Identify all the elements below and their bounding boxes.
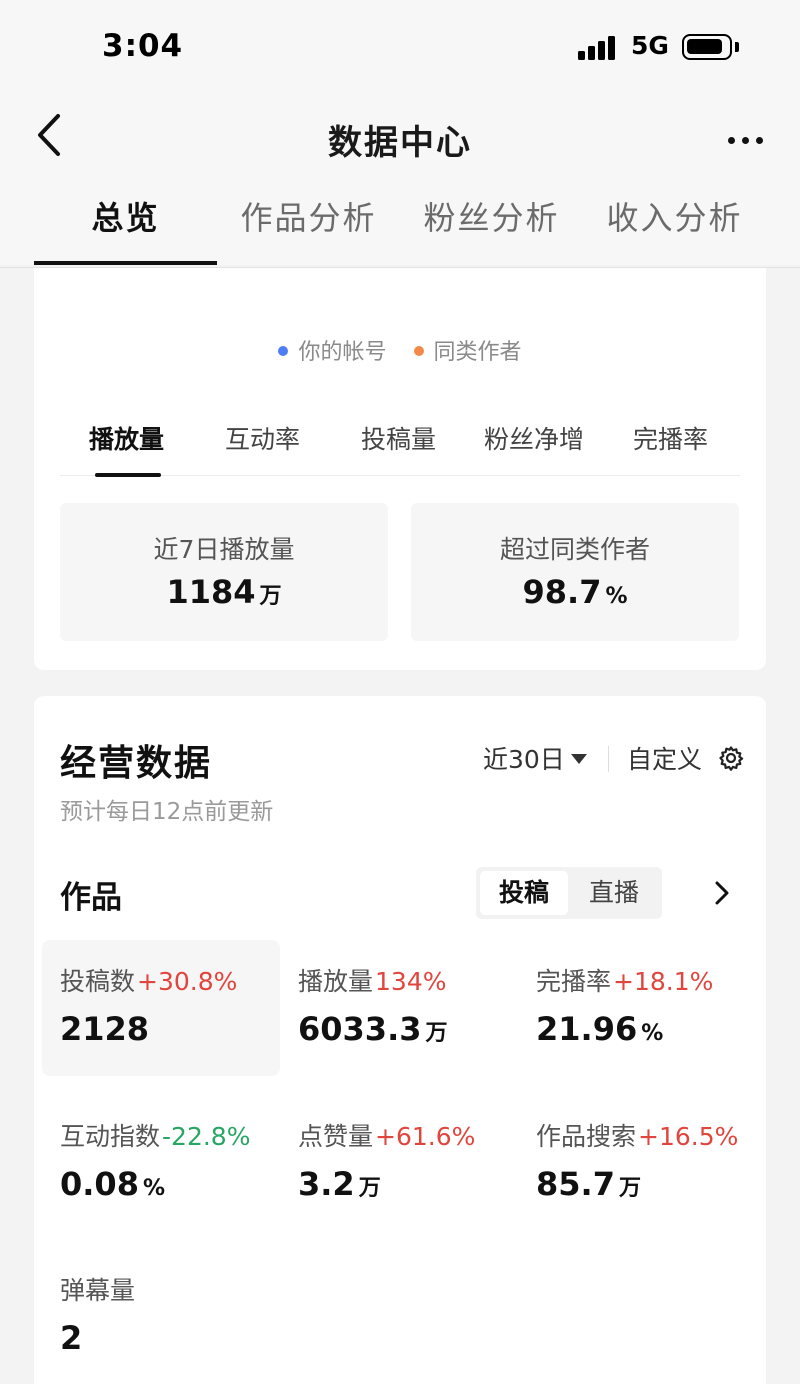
legend-dot-peers <box>413 346 424 356</box>
legend-item-peers: 同类作者 <box>413 334 522 366</box>
legend-dot-own <box>278 346 289 356</box>
divider <box>608 746 609 772</box>
metric-value: 21.96% <box>536 1010 664 1048</box>
tab-fans-analysis[interactable]: 粉丝分析 <box>400 190 583 265</box>
active-tab-indicator <box>34 261 217 265</box>
section-subtitle: 预计每日12点前更新 <box>60 799 274 825</box>
more-button[interactable] <box>722 123 770 157</box>
metric-danmaku[interactable]: 弹幕量 2 <box>42 1249 280 1384</box>
metric-value: 2128 <box>60 1010 150 1048</box>
status-bar: 3:04 5G <box>0 0 800 95</box>
stat-value: 1184 万 <box>166 573 282 611</box>
tab-works-analysis[interactable]: 作品分析 <box>217 190 400 265</box>
metric-label: 点赞量+61.6% <box>298 1122 476 1151</box>
date-range-select[interactable]: 近30日 <box>483 740 587 776</box>
metric-plays[interactable]: 播放量134% 6033.3 万 <box>280 940 518 1076</box>
metric-delta: +61.6% <box>375 1122 476 1151</box>
chevron-right-icon <box>715 881 729 905</box>
network-type: 5G <box>631 31 669 60</box>
metric-tab-completion[interactable]: 完播率 <box>633 420 708 456</box>
metric-value: 85.7 万 <box>536 1165 641 1203</box>
nav-header: 数据中心 总览 作品分析 粉丝分析 收入分析 <box>0 95 800 265</box>
legend-item-own: 你的帐号 <box>278 334 387 366</box>
tab-income-analysis[interactable]: 收入分析 <box>583 190 766 265</box>
metric-works-search[interactable]: 作品搜索+16.5% 85.7 万 <box>518 1095 756 1231</box>
signal-icon <box>578 36 618 60</box>
metric-label: 互动指数-22.8% <box>60 1122 251 1151</box>
section-title: 经营数据 <box>60 743 213 784</box>
metric-label: 完播率+18.1% <box>536 967 714 996</box>
battery-icon <box>682 34 732 60</box>
metric-label: 作品搜索+16.5% <box>536 1122 739 1151</box>
metric-delta: 134% <box>375 967 447 996</box>
works-detail-button[interactable] <box>710 878 734 908</box>
metric-delta: +16.5% <box>638 1122 739 1151</box>
stat-label: 近7日播放量 <box>153 535 295 564</box>
metric-value: 3.2 万 <box>298 1165 381 1203</box>
date-range-label: 近30日 <box>483 745 565 774</box>
tab-overview[interactable]: 总览 <box>34 190 217 265</box>
metric-value: 2 <box>60 1319 83 1357</box>
status-time: 3:04 <box>102 28 184 64</box>
metric-label: 播放量134% <box>298 967 447 996</box>
metric-label: 弹幕量 <box>60 1276 136 1305</box>
customize-label: 自定义 <box>627 745 703 774</box>
works-segment: 投稿 直播 <box>476 867 662 919</box>
compare-card: 你的帐号 同类作者 播放量 互动率 投稿量 粉丝净增 完播率 近7日播放量 11… <box>34 268 766 670</box>
stat-beat-peers: 超过同类作者 98.7% <box>411 503 739 641</box>
metric-posts[interactable]: 投稿数+30.8% 2128 <box>42 940 280 1076</box>
caret-down-icon <box>570 754 587 764</box>
metric-delta: -22.8% <box>162 1122 251 1151</box>
stat-label: 超过同类作者 <box>499 535 650 564</box>
battery-cap <box>735 42 739 52</box>
metric-tabs: 播放量 互动率 投稿量 粉丝净增 完播率 <box>60 420 740 477</box>
metric-tab-plays[interactable]: 播放量 <box>89 420 164 456</box>
metric-likes[interactable]: 点赞量+61.6% 3.2 万 <box>280 1095 518 1231</box>
gear-icon <box>719 746 744 771</box>
metric-delta: +30.8% <box>137 967 238 996</box>
metric-tab-interaction[interactable]: 互动率 <box>225 420 300 456</box>
stat-value: 98.7% <box>522 573 628 611</box>
metric-label: 投稿数+30.8% <box>60 967 238 996</box>
metric-completion-rate[interactable]: 完播率+18.1% 21.96% <box>518 940 756 1076</box>
metric-tab-posts[interactable]: 投稿量 <box>361 420 436 456</box>
main-tabs: 总览 作品分析 粉丝分析 收入分析 <box>34 190 766 265</box>
metric-tab-indicator <box>95 473 161 477</box>
metric-value: 0.08% <box>60 1165 165 1203</box>
metric-interaction-index[interactable]: 互动指数-22.8% 0.08% <box>42 1095 280 1231</box>
works-title: 作品 <box>60 880 122 916</box>
metric-tab-net-fans[interactable]: 粉丝净增 <box>484 420 584 456</box>
stat-7day-plays: 近7日播放量 1184 万 <box>60 503 388 641</box>
segment-posts[interactable]: 投稿 <box>480 871 568 915</box>
legend-label-own: 你的帐号 <box>298 340 387 365</box>
segment-live[interactable]: 直播 <box>570 871 658 915</box>
customize-button[interactable]: 自定义 <box>627 740 744 776</box>
metric-delta: +18.1% <box>613 967 714 996</box>
operations-card: 经营数据 预计每日12点前更新 近30日 自定义 作品 投稿 直播 投稿数+30… <box>34 696 766 1384</box>
metric-value: 6033.3 万 <box>298 1010 448 1048</box>
chart-legend: 你的帐号 同类作者 <box>34 334 766 366</box>
page-title: 数据中心 <box>328 123 472 163</box>
page: 3:04 5G 数据中心 总览 作品分析 粉丝分析 收入分析 你的帐号 同类作者… <box>0 0 800 1384</box>
legend-label-peers: 同类作者 <box>433 340 522 365</box>
